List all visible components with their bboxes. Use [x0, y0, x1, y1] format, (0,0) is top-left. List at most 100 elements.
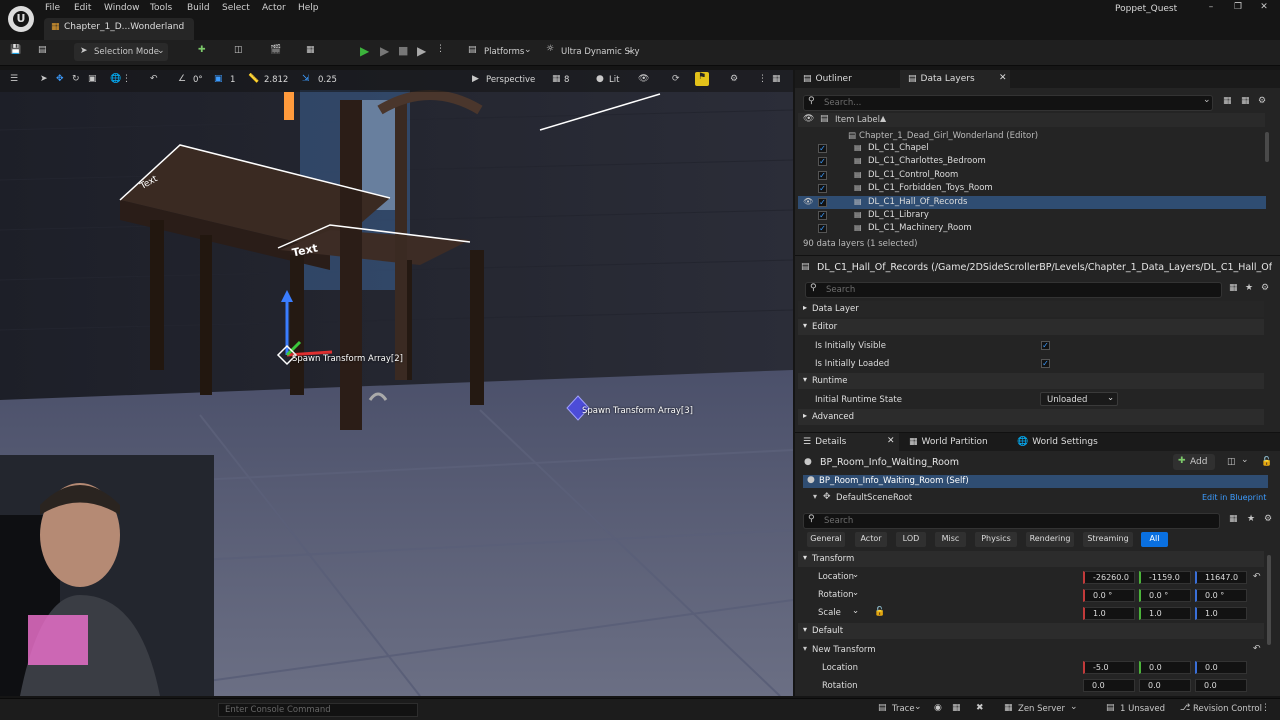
data-layer-checkbox[interactable]: ✓	[818, 224, 827, 234]
initial-runtime-state-dropdown[interactable]: Unloaded ⌄	[1040, 392, 1118, 406]
tab-world-settings[interactable]: 🌐 World Settings	[1009, 433, 1106, 451]
settings-icon[interactable]: ⚙	[730, 74, 738, 84]
camera-speed-icon[interactable]: 📏	[248, 74, 259, 84]
show-flags-icon[interactable]: 👁	[638, 74, 649, 84]
data-layer-row[interactable]: ✓ ▤ DL_C1_Chapel	[798, 142, 1266, 155]
section-runtime[interactable]: ▾ Runtime	[798, 373, 1264, 389]
close-icon[interactable]: ✕	[887, 436, 895, 446]
data-layer-checkbox[interactable]: ✓	[818, 184, 827, 194]
filter-general[interactable]: General	[807, 532, 845, 547]
scale-z-field[interactable]: 1.0	[1195, 607, 1247, 620]
platforms-button[interactable]: Platforms	[484, 47, 524, 57]
new-rotation-x-field[interactable]: 0.0	[1083, 679, 1135, 692]
menu-help[interactable]: Help	[298, 3, 319, 13]
fov-value[interactable]: 8	[564, 75, 569, 85]
revision-dots-icon[interactable]: ⋮	[1261, 703, 1270, 713]
data-layer-checkbox[interactable]: ✓	[818, 170, 827, 180]
item-label-header[interactable]: Item Label	[835, 115, 880, 125]
menu-select[interactable]: Select	[222, 3, 250, 13]
surface-snap-icon[interactable]: ↶	[150, 74, 158, 84]
tab-outliner[interactable]: ▤ Outliner	[795, 70, 860, 88]
section-default[interactable]: ▾ Default	[798, 623, 1264, 639]
data-layer-checkbox[interactable]: ✓	[818, 144, 827, 153]
content-browser-icon[interactable]: ▤	[38, 45, 47, 55]
filter-lod[interactable]: LOD	[896, 532, 926, 547]
play-button[interactable]: ▶	[360, 44, 369, 58]
bookmark-icon[interactable]: ⚑	[695, 72, 709, 86]
grid-view-icon[interactable]: ▦	[1229, 283, 1238, 293]
section-advanced[interactable]: ▸ Advanced	[798, 409, 1264, 425]
edit-in-blueprint-link[interactable]: Edit in Blueprint	[1202, 493, 1266, 502]
tab-data-layers[interactable]: ▤ Data Layers ✕	[900, 70, 1010, 88]
new-rotation-y-field[interactable]: 0.0	[1139, 679, 1191, 692]
rotation-x-field[interactable]: 0.0 °	[1083, 589, 1135, 602]
build-icon[interactable]: ▦	[306, 45, 315, 55]
selection-mode-dropdown[interactable]: ➤ Selection Mode ⌄	[74, 43, 168, 61]
section-data-layer[interactable]: ▸ Data Layer	[798, 301, 1264, 317]
data-layer-row[interactable]: ✓ ▤ DL_C1_Charlottes_Bedroom	[798, 155, 1266, 168]
data-layer-row[interactable]: ✓ ▤ DL_C1_Control_Room	[798, 169, 1266, 182]
menu-edit[interactable]: Edit	[74, 3, 91, 13]
save-icon[interactable]: 💾	[10, 45, 21, 55]
chevron-down-icon[interactable]: ⌄	[1203, 95, 1211, 105]
filter-icon[interactable]: ▦	[1223, 96, 1232, 106]
is-initially-visible-checkbox[interactable]: ✓	[1041, 341, 1050, 350]
launch-icon[interactable]: ▶	[417, 44, 426, 58]
spawn-transform-label-2[interactable]: Spawn Transform Array[2]	[292, 354, 403, 364]
data-layer-search-input[interactable]: Search	[805, 282, 1222, 298]
rotation-z-field[interactable]: 0.0 °	[1195, 589, 1247, 602]
derived-data-icon[interactable]: ✖	[976, 703, 984, 713]
add-actor-icon[interactable]: ✚	[198, 45, 206, 55]
record-icon[interactable]: ◉	[934, 703, 942, 713]
reset-icon[interactable]: ↶	[1253, 572, 1261, 582]
play-in-editor-icon[interactable]: ▶	[380, 44, 389, 58]
scale-mode-dropdown[interactable]: Scale ⌄	[812, 606, 864, 620]
more-options-icon[interactable]: ⋮	[436, 44, 445, 54]
fov-icon[interactable]: ▦	[552, 74, 561, 84]
layout-icon[interactable]: ▦	[772, 74, 781, 84]
close-icon[interactable]: ✕	[1258, 2, 1270, 12]
is-initially-loaded-checkbox[interactable]: ✓	[1041, 359, 1050, 368]
details-scrollbar[interactable]	[1267, 555, 1271, 645]
unreal-logo-icon[interactable]: U	[8, 6, 34, 32]
world-space-icon[interactable]: 🌐	[110, 74, 121, 84]
menu-actor[interactable]: Actor	[262, 3, 286, 13]
select-icon[interactable]: ➤	[40, 74, 48, 84]
screenshot-icon[interactable]: ▦	[952, 703, 961, 713]
rotation-y-field[interactable]: 0.0 °	[1139, 589, 1191, 602]
add-component-button[interactable]: ✚ Add	[1173, 454, 1215, 470]
details-search-input[interactable]: Search	[803, 513, 1220, 529]
data-layer-checkbox[interactable]: ✓	[818, 157, 827, 167]
grid-view-icon[interactable]: ▦	[1229, 514, 1238, 524]
data-layer-checkbox[interactable]: ✓	[818, 197, 827, 207]
scale-y-field[interactable]: 1.0	[1139, 607, 1191, 620]
tab-world-partition[interactable]: ▦ World Partition	[901, 433, 996, 451]
actor-name[interactable]: BP_Room_Info_Waiting_Room	[820, 457, 959, 468]
lock-icon[interactable]: 🔓	[1261, 457, 1272, 467]
scale-snap-value[interactable]: 1	[230, 75, 235, 85]
realtime-icon[interactable]: ⟳	[672, 74, 680, 84]
visibility-icon[interactable]: 👁	[803, 197, 813, 206]
location-z-field[interactable]: 11647.0	[1195, 571, 1247, 584]
translate-icon[interactable]: ✥	[56, 74, 64, 84]
rotate-snap-value[interactable]: 0°	[193, 75, 203, 85]
more-options-icon[interactable]: ⋮	[122, 74, 131, 84]
zen-server-button[interactable]: Zen Server	[1018, 704, 1065, 714]
new-transform-row[interactable]: ▾ New Transform ↶	[798, 642, 1264, 657]
menu-file[interactable]: File	[45, 3, 60, 13]
spawn-transform-label-3[interactable]: Spawn Transform Array[3]	[582, 406, 693, 416]
maximize-icon[interactable]: ❐	[1232, 2, 1244, 12]
scale-snap-icon[interactable]: ▣	[214, 74, 223, 84]
filter-streaming[interactable]: Streaming	[1083, 532, 1133, 547]
settings-icon[interactable]: ⚙	[1264, 514, 1272, 524]
new-location-y-field[interactable]: 0.0	[1139, 661, 1191, 674]
rotation-mode-dropdown[interactable]: Rotation ⌄	[812, 588, 864, 602]
data-layer-row[interactable]: ✓ ▤ DL_C1_Forbidden_Toys_Room	[798, 182, 1266, 195]
menu-window[interactable]: Window	[104, 3, 140, 13]
settings-icon[interactable]: ⚙	[1258, 96, 1266, 106]
console-input[interactable]: Enter Console Command	[218, 703, 418, 717]
blueprint-icon[interactable]: ◫	[234, 45, 243, 55]
trace-button[interactable]: Trace	[892, 704, 915, 714]
cinematics-icon[interactable]: 🎬	[270, 45, 281, 55]
filter-all[interactable]: All	[1141, 532, 1168, 547]
